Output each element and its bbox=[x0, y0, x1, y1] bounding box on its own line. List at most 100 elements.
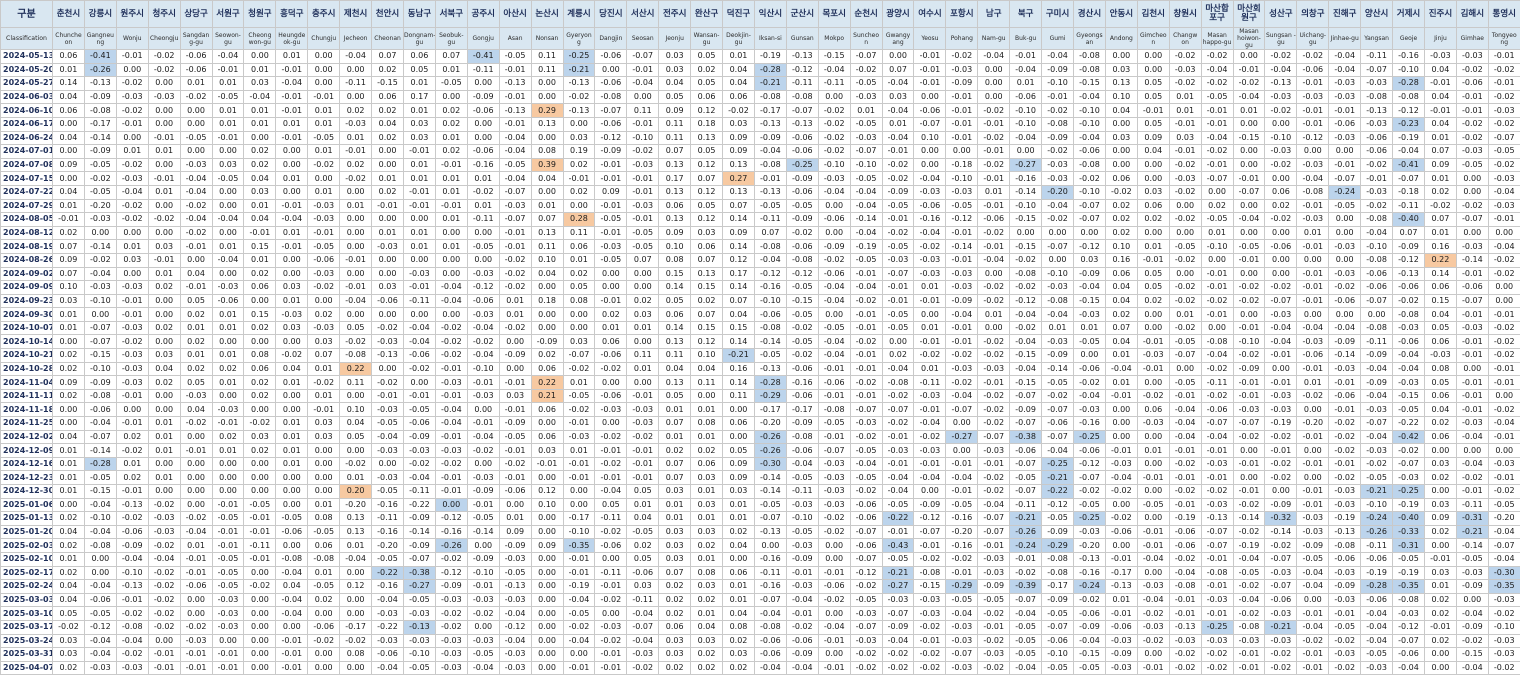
table-cell: 0.09 bbox=[52, 157, 85, 173]
table-cell: -0.03 bbox=[1328, 239, 1362, 254]
column-header-en: Suncheo n bbox=[849, 27, 883, 50]
table-row: 2024-07-22 0.04 -0.05 -0.04 0.01 -0.04 0.00 0.0… bbox=[0, 184, 1520, 200]
table-cell: -0.03 bbox=[626, 198, 660, 214]
table-cell: 0.02 bbox=[211, 429, 245, 445]
table-cell: -0.06 bbox=[1296, 62, 1330, 78]
table-cell: -0.01 bbox=[945, 225, 979, 241]
header-classification-en: Classification bbox=[0, 27, 53, 50]
table-cell: -0.03 bbox=[115, 171, 149, 186]
table-cell: 0.02 bbox=[1423, 606, 1457, 621]
table-cell: -0.01 bbox=[498, 470, 532, 485]
table-cell: -0.03 bbox=[402, 266, 436, 282]
table-cell: -0.03 bbox=[626, 157, 660, 173]
table-cell: 0.02 bbox=[690, 647, 724, 662]
table-cell: -0.07 bbox=[498, 184, 532, 200]
table-cell: -0.02 bbox=[1168, 456, 1202, 472]
table-cell: -0.03 bbox=[466, 633, 500, 649]
table-cell: 0.00 bbox=[211, 144, 245, 159]
table-cell: -0.08 bbox=[785, 252, 819, 268]
table-cell: -0.09 bbox=[785, 551, 819, 567]
table-cell: 0.01 bbox=[690, 402, 724, 418]
table-cell: -0.04 bbox=[1232, 212, 1266, 227]
table-cell: -0.01 bbox=[243, 524, 277, 540]
table-cell: -0.05 bbox=[1009, 647, 1043, 662]
table-cell: -0.01 bbox=[1487, 212, 1520, 227]
table-cell: -0.04 bbox=[1360, 429, 1394, 445]
row-date: 2025-02-17 bbox=[0, 565, 53, 581]
table-cell: 0.22 bbox=[530, 375, 564, 390]
table-cell: 0.00 bbox=[371, 157, 404, 173]
table-cell: 0.13 bbox=[339, 524, 373, 540]
table-cell: 0.00 bbox=[1136, 49, 1170, 64]
table-cell: 0.07 bbox=[753, 225, 787, 241]
table-cell: -0.03 bbox=[1423, 348, 1457, 363]
column-header-en: Gumi bbox=[1041, 27, 1074, 50]
table-cell: -0.07 bbox=[1455, 293, 1489, 309]
table-cell: 0.01 bbox=[52, 456, 85, 472]
table-cell: 0.05 bbox=[1136, 76, 1170, 91]
table-cell: -0.04 bbox=[275, 606, 309, 621]
table-cell: 0.00 bbox=[1136, 225, 1170, 241]
table-cell: 0.00 bbox=[211, 470, 245, 485]
table-cell: 0.00 bbox=[83, 307, 117, 322]
table-cell: 0.02 bbox=[690, 538, 724, 553]
table-cell: 0.02 bbox=[658, 606, 692, 621]
column-header-ko: 안동시 bbox=[1104, 0, 1138, 28]
table-cell: -0.06 bbox=[1360, 144, 1394, 159]
table-cell: 0.00 bbox=[881, 49, 915, 64]
table-cell: 0.00 bbox=[1423, 443, 1457, 458]
row-date: 2024-09-23 bbox=[0, 293, 53, 309]
table-row: 2024-11-11 0.02 -0.08 -0.01 0.00 -0.03 0.00 0.0… bbox=[0, 388, 1520, 404]
table-cell: 0.06 bbox=[658, 307, 692, 322]
table-cell: -0.01 bbox=[1200, 280, 1234, 295]
table-cell: 0.04 bbox=[1104, 103, 1138, 118]
table-cell: 0.00 bbox=[626, 375, 660, 390]
table-cell: -0.01 bbox=[594, 443, 628, 458]
table-cell: -0.02 bbox=[1009, 320, 1043, 336]
table-cell: 0.00 bbox=[1104, 497, 1138, 513]
table-cell: 0.00 bbox=[243, 592, 277, 608]
table-cell: -0.02 bbox=[115, 334, 149, 350]
table-cell: 0.00 bbox=[1328, 212, 1362, 227]
table-cell: -0.01 bbox=[626, 456, 660, 472]
table-cell: -0.02 bbox=[147, 619, 181, 635]
table-cell: -0.03 bbox=[1296, 524, 1330, 540]
table-cell: 0.14 bbox=[722, 239, 755, 254]
table-cell: 0.00 bbox=[466, 538, 500, 553]
table-cell: 0.00 bbox=[1296, 144, 1330, 159]
table-cell: 0.05 bbox=[1136, 89, 1170, 105]
table-cell: -0.28 bbox=[83, 456, 117, 472]
table-cell: -0.01 bbox=[1168, 116, 1202, 132]
table-cell: -0.03 bbox=[817, 484, 851, 499]
table-cell: -0.04 bbox=[179, 212, 213, 227]
table-cell: 0.00 bbox=[275, 538, 309, 553]
table-cell: -0.01 bbox=[371, 388, 404, 404]
table-cell: 0.00 bbox=[817, 89, 851, 105]
table-cell: -0.02 bbox=[817, 103, 851, 118]
table-cell: -0.02 bbox=[562, 89, 596, 105]
table-cell: -0.01 bbox=[466, 497, 500, 513]
table-cell: -0.04 bbox=[498, 171, 532, 186]
table-cell: -0.08 bbox=[785, 89, 819, 105]
table-cell: -0.03 bbox=[1041, 171, 1074, 186]
column-header-ko: 남구 bbox=[977, 0, 1011, 28]
table-cell: 0.02 bbox=[52, 348, 85, 363]
row-date: 2025-03-24 bbox=[0, 633, 53, 649]
row-date: 2024-09-02 bbox=[0, 266, 53, 282]
table-cell: -0.07 bbox=[1392, 633, 1425, 649]
table-cell: -0.08 bbox=[913, 565, 947, 581]
table-cell: -0.01 bbox=[626, 171, 660, 186]
table-cell: -0.31 bbox=[1392, 538, 1425, 553]
table-cell: -0.03 bbox=[1392, 320, 1425, 336]
table-cell: 0.00 bbox=[945, 443, 979, 458]
table-cell: -0.03 bbox=[402, 633, 436, 649]
table-cell: 0.00 bbox=[817, 307, 851, 322]
table-cell: -0.10 bbox=[849, 157, 883, 173]
table-cell: -0.25 bbox=[785, 157, 819, 173]
table-cell: -0.02 bbox=[1168, 49, 1202, 64]
table-cell: -0.14 bbox=[753, 484, 787, 499]
table-cell: -0.09 bbox=[1455, 619, 1489, 635]
table-cell: -0.10 bbox=[1073, 116, 1106, 132]
table-cell: -0.01 bbox=[945, 130, 979, 146]
table-cell: 0.00 bbox=[52, 116, 85, 132]
